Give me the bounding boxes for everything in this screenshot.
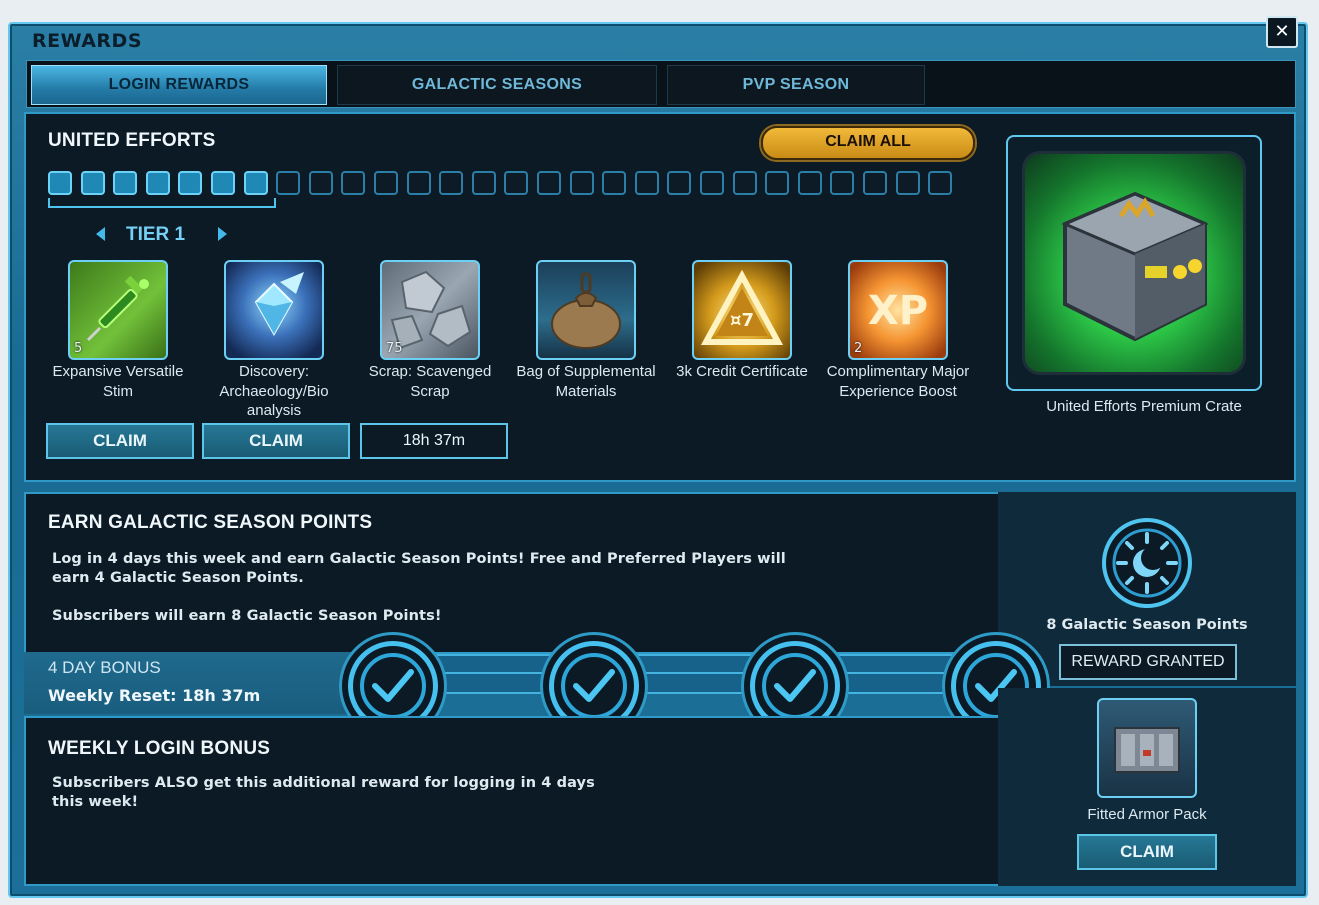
scrap-cooldown-timer: 18h 37m <box>360 423 508 459</box>
tab-bar: LOGIN REWARDS GALACTIC SEASONS PVP SEASO… <box>26 60 1296 108</box>
reward-granted-status: REWARD GRANTED <box>1059 644 1237 680</box>
premium-crate-frame[interactable] <box>1006 135 1262 391</box>
tier-progress-pip <box>569 171 594 195</box>
united-efforts-title: UNITED EFFORTS <box>48 130 216 151</box>
day-bonus-band: 4 DAY BONUS Weekly Reset: 18h 37m <box>24 652 354 714</box>
reward-name: 3k Credit Certificate <box>676 363 808 380</box>
tier-progress-pip <box>602 171 627 195</box>
weekly-bonus-reward-panel: Fitted Armor Pack CLAIM <box>998 688 1296 886</box>
premium-crate-name: United Efforts Premium Crate <box>1046 398 1242 415</box>
tier-progress-pip <box>48 171 72 195</box>
premium-crate-icon <box>1022 151 1246 375</box>
reward-quantity: 5 <box>74 341 83 356</box>
bag-icon[interactable] <box>536 260 636 360</box>
tier-progress-pip <box>863 171 887 195</box>
tier-progress-pip <box>700 171 724 195</box>
reward-quantity: 2 <box>854 341 863 356</box>
claim-armor-pack-button[interactable]: CLAIM <box>1077 834 1217 870</box>
claim-stim-button[interactable]: CLAIM <box>46 423 194 459</box>
armor-pack-label: Fitted Armor Pack <box>1087 806 1207 823</box>
reward-name: Expansive Versatile Stim <box>52 363 184 400</box>
bag-graphic <box>551 272 621 349</box>
galactic-points-panel: EARN GALACTIC SEASON POINTS Log in 4 day… <box>24 492 998 654</box>
tier-progress-pip <box>537 171 561 195</box>
scrap-icon[interactable]: 75 <box>380 260 480 360</box>
stim-icon[interactable]: 5 <box>68 260 168 360</box>
tier-progress-pip <box>439 171 464 195</box>
tier-progress-pip <box>341 171 366 195</box>
weekly-reset-timer: Weekly Reset: 18h 37m <box>48 686 261 705</box>
previous-tier-icon[interactable] <box>96 227 105 241</box>
weekly-bonus-description-line2: this week! <box>52 794 139 810</box>
galactic-points-title: EARN GALACTIC SEASON POINTS <box>48 512 373 533</box>
tab-galactic-seasons[interactable]: GALACTIC SEASONS <box>337 65 657 105</box>
close-icon[interactable]: ✕ <box>1266 16 1298 48</box>
tier-progress-pip <box>406 171 431 195</box>
reward-name: Discovery: Archaeology/Bio analysis <box>219 363 329 419</box>
tier-progress-pip <box>471 171 496 195</box>
armor-pack-icon[interactable] <box>1097 698 1197 798</box>
armor-pack-graphic <box>1114 727 1180 773</box>
next-tier-icon[interactable] <box>218 227 227 241</box>
tier-progress-pip <box>797 171 822 195</box>
reward-name: Bag of Supplemental Materials <box>516 363 656 400</box>
xp-boost-icon[interactable]: XP 2 <box>848 260 948 360</box>
tier-progress-pip <box>374 171 398 195</box>
claim-discovery-button[interactable]: CLAIM <box>202 423 350 459</box>
tier-progress-pip <box>243 171 268 195</box>
galactic-points-description-line1: Log in 4 days this week and earn Galacti… <box>52 551 786 567</box>
tier-progress-pip <box>211 171 235 195</box>
reward-name: Scrap: Scavenged Scrap <box>368 363 492 400</box>
tier-bracket <box>48 198 276 208</box>
tier-progress-pip <box>732 171 757 195</box>
reward-quantity: 75 <box>386 341 403 356</box>
tier-progress-pip <box>765 171 790 195</box>
window-title: REWARDS <box>32 30 143 52</box>
svg-text:¤7: ¤7 <box>730 310 754 331</box>
claim-all-button[interactable]: CLAIM ALL <box>761 126 975 160</box>
svg-text:XP: XP <box>868 288 928 334</box>
tier-progress-pip <box>145 171 170 195</box>
tier-progress-pip <box>178 171 203 195</box>
crate-graphic <box>1061 191 1209 342</box>
tab-pvp-season[interactable]: PVP SEASON <box>667 65 925 105</box>
tier-progress-pip <box>504 171 529 195</box>
tab-login-rewards[interactable]: LOGIN REWARDS <box>31 65 327 105</box>
rewards-window: REWARDS LOGIN REWARDS GALACTIC SEASONS P… <box>8 22 1308 898</box>
galactic-points-description-line3: Subscribers will earn 8 Galactic Season … <box>52 608 442 624</box>
credit-graphic: ¤7 <box>700 269 784 345</box>
tier-progress-pip <box>80 171 105 195</box>
tier-progress-pip <box>276 171 301 195</box>
tier-progress-pip <box>113 171 138 195</box>
reward-name: Complimentary Major Experience Boost <box>826 363 970 400</box>
tier-progress-pip <box>895 171 920 195</box>
stim-graphic <box>86 275 149 342</box>
tier-label: TIER 1 <box>126 224 186 245</box>
tier-progress-pip <box>830 171 855 195</box>
galactic-points-reward-label: 8 Galactic Season Points <box>1046 617 1248 633</box>
day-bonus-title: 4 DAY BONUS <box>48 658 161 677</box>
weekly-bonus-description-line1: Subscribers ALSO get this additional rew… <box>52 775 595 791</box>
tier-progress-pip <box>667 171 692 195</box>
tier-progress-pip <box>634 171 659 195</box>
crystal-icon[interactable] <box>224 260 324 360</box>
xp-graphic: XP <box>868 288 928 334</box>
galactic-season-icon <box>1102 518 1192 608</box>
weekly-login-bonus-panel: WEEKLY LOGIN BONUS Subscribers ALSO get … <box>24 716 998 886</box>
galactic-points-description-line2: earn 4 Galactic Season Points. <box>52 570 304 586</box>
weekly-bonus-title: WEEKLY LOGIN BONUS <box>48 738 271 759</box>
tier-progress-pip <box>308 171 333 195</box>
crystal-graphic <box>254 272 304 337</box>
credit-certificate-icon[interactable]: ¤7 <box>692 260 792 360</box>
day-progress-bar-lower <box>430 672 978 694</box>
tier-progress-pip <box>928 171 953 195</box>
